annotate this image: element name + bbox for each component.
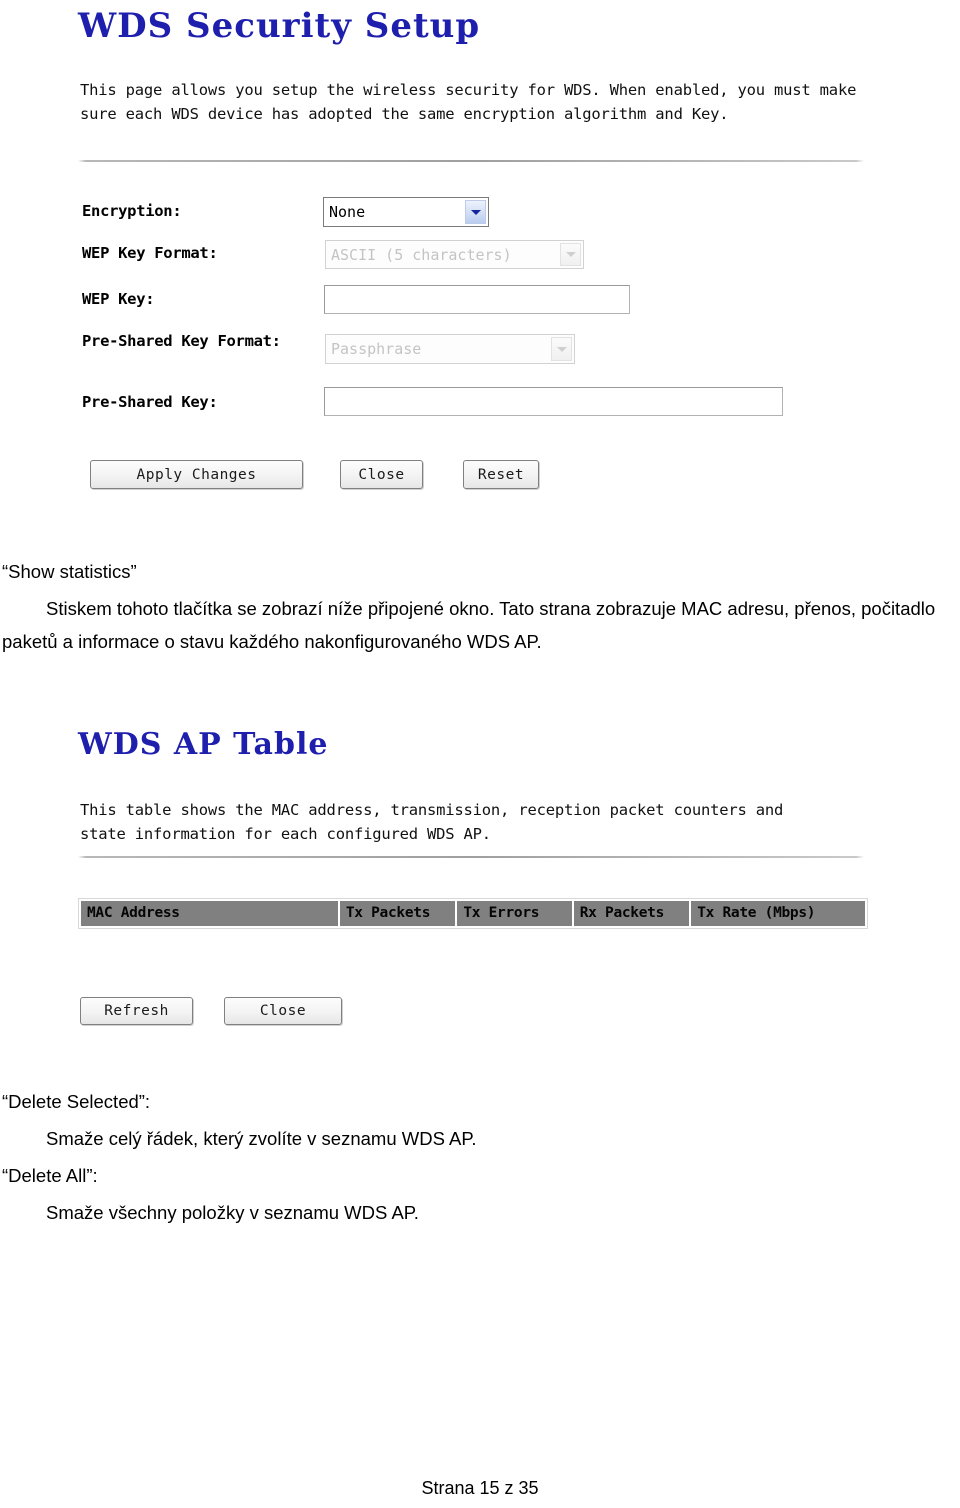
- wep-key-input[interactable]: [324, 285, 630, 314]
- column-header-tx-errors: Tx Errors: [457, 901, 572, 926]
- wds-ap-table: MAC Address Tx Packets Tx Errors Rx Pack…: [78, 898, 868, 929]
- security-panel-description: This page allows you setup the wireless …: [80, 81, 857, 123]
- security-panel-title: WDS Security Setup: [78, 6, 481, 46]
- chevron-down-icon[interactable]: [551, 337, 572, 361]
- encryption-select-value: None: [329, 203, 366, 221]
- ap-table-title: WDS AP Table: [78, 727, 329, 762]
- column-header-tx-packets: Tx Packets: [339, 901, 456, 926]
- chevron-down-icon[interactable]: [465, 200, 486, 224]
- security-close-button[interactable]: Close: [340, 460, 423, 489]
- psk-label: Pre-Shared Key:: [82, 393, 218, 411]
- chevron-down-icon[interactable]: [560, 243, 581, 266]
- ap-table-close-button[interactable]: Close: [224, 997, 342, 1025]
- page-footer: Strana 15 z 35: [421, 1478, 539, 1498]
- psk-format-select[interactable]: Passphrase: [325, 334, 575, 364]
- reset-button[interactable]: Reset: [463, 460, 539, 489]
- wep-key-format-label: WEP Key Format:: [82, 244, 218, 262]
- wep-key-label: WEP Key:: [82, 290, 155, 308]
- ap-table-description: This table shows the MAC address, transm…: [80, 801, 784, 843]
- delete-all-body: Smaže všechny položky v seznamu WDS AP.: [46, 1202, 419, 1223]
- psk-input[interactable]: [324, 387, 783, 416]
- delete-all-heading: “Delete All”:: [2, 1165, 98, 1186]
- ap-table-divider: [78, 856, 864, 858]
- psk-format-select-value: Passphrase: [331, 340, 422, 358]
- wep-key-format-select-value: ASCII (5 characters): [331, 245, 512, 264]
- delete-selected-body: Smaže celý řádek, který zvolíte v seznam…: [46, 1128, 477, 1149]
- column-header-tx-rate: Tx Rate (Mbps): [691, 901, 865, 926]
- encryption-select[interactable]: None: [323, 197, 489, 227]
- delete-selected-heading: “Delete Selected”:: [2, 1091, 151, 1112]
- table-header-row: MAC Address Tx Packets Tx Errors Rx Pack…: [81, 901, 865, 926]
- security-panel-divider: [78, 160, 864, 162]
- psk-format-label: Pre-Shared Key Format:: [82, 332, 281, 350]
- column-header-mac-address: MAC Address: [81, 901, 338, 926]
- show-statistics-paragraph: Stiskem tohoto tlačítka se zobrazí níže …: [2, 598, 936, 652]
- column-header-rx-packets: Rx Packets: [573, 901, 690, 926]
- encryption-label: Encryption:: [82, 202, 182, 220]
- wep-key-format-select[interactable]: ASCII (5 characters): [325, 240, 584, 269]
- refresh-button[interactable]: Refresh: [80, 997, 193, 1025]
- apply-changes-button[interactable]: Apply Changes: [90, 460, 303, 489]
- show-statistics-heading: “Show statistics”: [2, 561, 137, 582]
